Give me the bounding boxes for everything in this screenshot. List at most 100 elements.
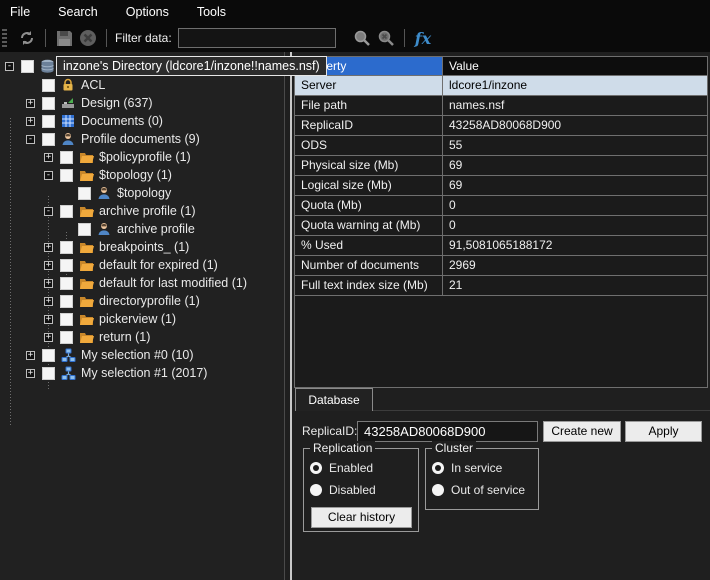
- expand-icon[interactable]: +: [26, 347, 42, 363]
- panel-splitter[interactable]: [290, 52, 292, 580]
- expand-icon[interactable]: +: [44, 329, 60, 345]
- tree-item-default-for-expired[interactable]: + default for expired (1): [0, 256, 284, 274]
- checkbox[interactable]: [42, 349, 55, 362]
- expand-icon[interactable]: +: [44, 275, 60, 291]
- table-row[interactable]: Quota (Mb) 0: [295, 196, 707, 216]
- folder-icon: [78, 239, 94, 255]
- checkbox[interactable]: [42, 115, 55, 128]
- table-row[interactable]: Server ldcore1/inzone: [295, 76, 707, 96]
- filter-label: Filter data:: [115, 31, 172, 45]
- checkbox[interactable]: [60, 241, 73, 254]
- tree-item-archive-profile-doc[interactable]: archive profile: [0, 220, 284, 238]
- radio-replication-disabled[interactable]: Disabled: [310, 483, 376, 497]
- checkbox[interactable]: [60, 205, 73, 218]
- tree-item-root-database[interactable]: - inzone's Directory (ldcore1/inzone!!na…: [0, 56, 284, 76]
- table-row[interactable]: Logical size (Mb) 69: [295, 176, 707, 196]
- tree-item-documents[interactable]: + Documents (0): [0, 112, 284, 130]
- table-row[interactable]: % Used 91,5081065188172: [295, 236, 707, 256]
- clear-history-button[interactable]: Clear history: [311, 507, 412, 528]
- expand-icon[interactable]: +: [44, 311, 60, 327]
- tree-item-my-selection-1[interactable]: + My selection #1 (2017): [0, 364, 284, 382]
- tree-item-pickerview[interactable]: + pickerview (1): [0, 310, 284, 328]
- menu-tools[interactable]: Tools: [183, 0, 240, 24]
- tree-item-directoryprofile[interactable]: + directoryprofile (1): [0, 292, 284, 310]
- collapse-icon[interactable]: -: [44, 167, 60, 183]
- radio-cluster-out-of-service[interactable]: Out of service: [432, 483, 525, 497]
- filter-input[interactable]: [178, 28, 336, 48]
- radio-replication-enabled[interactable]: Enabled: [310, 461, 373, 475]
- table-row[interactable]: Number of documents 2969: [295, 256, 707, 276]
- checkbox[interactable]: [60, 331, 73, 344]
- checkbox[interactable]: [60, 295, 73, 308]
- folder-icon: [78, 257, 94, 273]
- refresh-icon[interactable]: [17, 28, 37, 48]
- replicaid-input[interactable]: [357, 421, 538, 442]
- radio-button-icon[interactable]: [432, 462, 444, 474]
- expand-icon[interactable]: +: [26, 365, 42, 381]
- radio-button-icon[interactable]: [310, 462, 322, 474]
- radio-button-icon[interactable]: [432, 484, 444, 496]
- table-row[interactable]: Full text index size (Mb) 21: [295, 276, 707, 296]
- clear-search-icon[interactable]: [376, 28, 396, 48]
- tree-item-topology-doc[interactable]: $topology: [0, 184, 284, 202]
- checkbox[interactable]: [42, 133, 55, 146]
- tree-item-archive-profile-folder[interactable]: - archive profile (1): [0, 202, 284, 220]
- tree-item-design[interactable]: + Design (637): [0, 94, 284, 112]
- checkbox[interactable]: [60, 169, 73, 182]
- checkbox[interactable]: [42, 367, 55, 380]
- checkbox[interactable]: [60, 259, 73, 272]
- lock-icon: [60, 77, 76, 93]
- property-grid-header[interactable]: Property Value: [295, 56, 707, 76]
- tree-item-profile-documents[interactable]: - Profile documents (9): [0, 130, 284, 148]
- tree-item-policyprofile[interactable]: + $policyprofile (1): [0, 148, 284, 166]
- expand-icon[interactable]: +: [26, 95, 42, 111]
- fx-icon[interactable]: fx: [415, 29, 431, 48]
- tree-item-my-selection-0[interactable]: + My selection #0 (10): [0, 346, 284, 364]
- toolbar-separator: [45, 29, 46, 47]
- tree-item-topology-folder[interactable]: - $topology (1): [0, 166, 284, 184]
- table-row[interactable]: Physical size (Mb) 69: [295, 156, 707, 176]
- apply-button[interactable]: Apply: [625, 421, 702, 442]
- checkbox[interactable]: [60, 313, 73, 326]
- table-row[interactable]: Quota warning at (Mb) 0: [295, 216, 707, 236]
- menu-options[interactable]: Options: [112, 0, 183, 24]
- save-icon[interactable]: [54, 28, 74, 48]
- create-new-button[interactable]: Create new: [543, 421, 621, 442]
- collapse-icon[interactable]: -: [26, 131, 42, 147]
- tree-root-label[interactable]: inzone's Directory (ldcore1/inzone!!name…: [56, 56, 327, 76]
- checkbox[interactable]: [21, 60, 34, 73]
- tab-database[interactable]: Database: [295, 388, 373, 411]
- property-grid: Property Value Server ldcore1/inzone Fil…: [294, 56, 708, 388]
- table-row[interactable]: ReplicaID 43258AD80068D900: [295, 116, 707, 136]
- search-icon[interactable]: [352, 28, 372, 48]
- tree-item-return[interactable]: + return (1): [0, 328, 284, 346]
- column-header-value[interactable]: Value: [443, 57, 707, 75]
- folder-icon: [78, 149, 94, 165]
- checkbox[interactable]: [60, 151, 73, 164]
- radio-cluster-in-service[interactable]: In service: [432, 461, 502, 475]
- person-icon: [96, 185, 112, 201]
- expand-icon[interactable]: +: [44, 239, 60, 255]
- expand-icon[interactable]: +: [44, 149, 60, 165]
- radio-button-icon[interactable]: [310, 484, 322, 496]
- tree-item-acl[interactable]: ACL: [0, 76, 284, 94]
- cancel-icon[interactable]: [78, 28, 98, 48]
- collapse-icon[interactable]: -: [44, 203, 60, 219]
- tree-view: - inzone's Directory (ldcore1/inzone!!na…: [0, 56, 284, 382]
- checkbox[interactable]: [78, 223, 91, 236]
- collapse-icon[interactable]: -: [5, 58, 21, 74]
- checkbox[interactable]: [42, 97, 55, 110]
- expand-icon[interactable]: +: [44, 293, 60, 309]
- menu-file[interactable]: File: [0, 0, 44, 24]
- table-row[interactable]: ODS 55: [295, 136, 707, 156]
- expand-icon[interactable]: +: [44, 257, 60, 273]
- table-row[interactable]: File path names.nsf: [295, 96, 707, 116]
- tree-item-default-for-last-modified[interactable]: + default for last modified (1): [0, 274, 284, 292]
- checkbox[interactable]: [78, 187, 91, 200]
- checkbox[interactable]: [42, 79, 55, 92]
- toolbar-grip-handle[interactable]: [2, 29, 7, 47]
- tree-item-breakpoints[interactable]: + breakpoints_ (1): [0, 238, 284, 256]
- expand-icon[interactable]: +: [26, 113, 42, 129]
- menu-search[interactable]: Search: [44, 0, 112, 24]
- checkbox[interactable]: [60, 277, 73, 290]
